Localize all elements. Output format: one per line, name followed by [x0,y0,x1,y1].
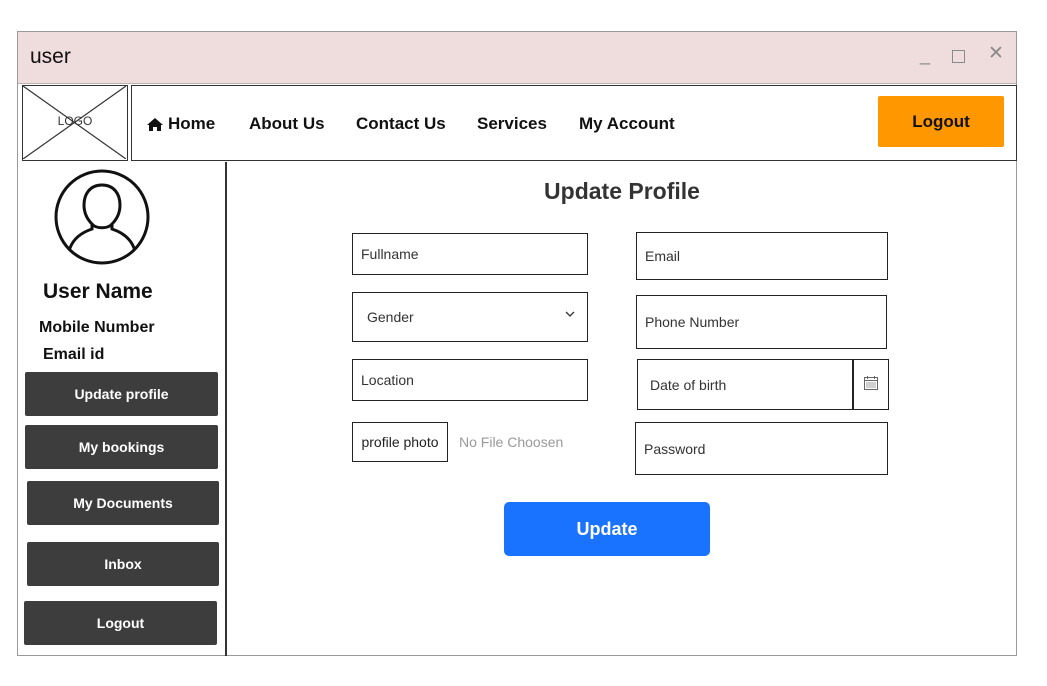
update-profile-button[interactable]: Update profile [25,372,218,416]
date-of-birth-field[interactable]: Date of birth [637,359,889,410]
phone-number-field[interactable]: Phone Number [636,295,887,349]
calendar-icon[interactable] [863,375,879,394]
nav-my-account[interactable]: My Account [579,114,675,134]
maximize-icon[interactable] [952,50,965,63]
password-field[interactable]: Password [635,422,888,475]
top-nav: Home About Us Contact Us Services My Acc… [131,85,1017,161]
page-title: Update Profile [544,178,700,204]
logout-button-header[interactable]: Logout [878,96,1004,147]
title-bar: user _ ✕ [18,32,1016,84]
home-icon [146,117,164,132]
file-status: No File Choosen [459,434,564,450]
email-field[interactable]: Email [636,232,888,280]
my-documents-button[interactable]: My Documents [27,481,219,525]
email-id: Email id [43,346,105,363]
user-name: User Name [43,280,153,303]
logout-button-sidebar[interactable]: Logout [24,601,217,645]
minimize-icon[interactable]: _ [920,46,930,64]
nav-about-us[interactable]: About Us [249,114,325,134]
inbox-button[interactable]: Inbox [27,542,219,586]
nav-home-label: Home [168,114,216,133]
nav-services[interactable]: Services [477,114,547,134]
fullname-field[interactable]: Fullname [352,233,588,275]
profile-photo-button[interactable]: profile photo [352,422,448,462]
app-window: user _ ✕ LOGO Home About Us Contact Us S… [17,31,1017,656]
update-button[interactable]: Update [504,502,710,556]
gender-select-value: Gender [367,309,414,325]
sidebar-divider [225,162,227,656]
mobile-number: Mobile Number [39,319,155,336]
window-title: user [30,45,71,68]
avatar-icon [54,169,150,270]
gender-select[interactable]: Gender [352,292,588,342]
calendar-divider [852,360,854,409]
nav-contact-us[interactable]: Contact Us [356,114,446,134]
location-field[interactable]: Location [352,359,588,401]
nav-home[interactable]: Home [146,114,215,134]
logo-label: LOGO [57,114,93,128]
close-icon[interactable]: ✕ [988,44,1004,63]
chevron-down-icon [565,307,575,321]
date-of-birth-placeholder: Date of birth [650,376,727,393]
logo-placeholder: LOGO [22,85,128,161]
my-bookings-button[interactable]: My bookings [25,425,218,469]
